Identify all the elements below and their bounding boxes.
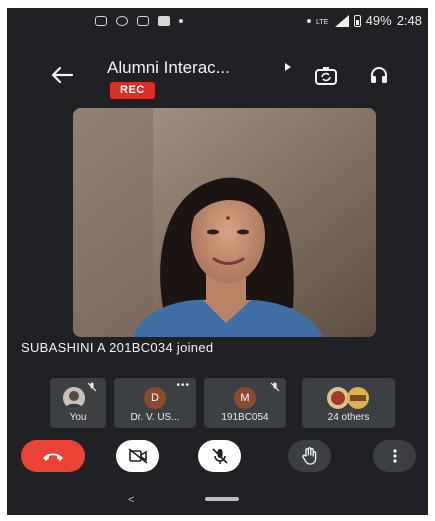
meeting-title[interactable]: Alumni Interac... [107,58,230,78]
arrow-back-icon[interactable] [51,66,73,84]
participant-name: Dr. V. US... [130,412,180,423]
avatar: M [234,387,256,409]
headphones-icon[interactable] [370,66,388,84]
whatsapp-icon [116,16,128,26]
avatar [63,387,85,409]
participant-video [73,108,376,337]
participant-name: 191BC054 [221,412,269,423]
recording-badge: REC [110,82,155,99]
camera-toggle-button[interactable] [116,440,159,472]
system-status: LTE 49% 2:48 [306,13,422,28]
participant-tile-191bc054[interactable]: M 191BC054 [204,378,286,428]
signal-icon [334,14,349,27]
end-call-button[interactable] [21,440,85,472]
status-bar: LTE 49% 2:48 [7,8,428,34]
chevron-right-icon[interactable] [285,63,291,71]
more-horiz-icon[interactable]: ••• [176,381,190,391]
message-icon [137,16,149,26]
mic-toggle-button[interactable] [198,440,241,472]
mic-off-icon [87,382,97,392]
more-options-button[interactable] [373,440,416,472]
join-notification: SUBASHINI A 201BC034 joined [21,340,214,355]
mic-off-icon [270,382,280,392]
youtube-icon [158,16,170,26]
hand-icon [301,447,316,465]
phone-frame: LTE 49% 2:48 Alumni Interac... REC SUBAS… [0,0,435,521]
participant-strip: You D ••• Dr. V. US... M 191BC054 24 oth… [50,378,395,428]
notification-icons [95,16,183,26]
battery-icon [353,14,361,27]
notification-icon [95,16,107,26]
meet-screen: LTE 49% 2:48 Alumni Interac... REC SUBAS… [7,8,428,515]
avatar: D [144,387,166,409]
user-photo [63,387,85,409]
participant-tile-you[interactable]: You [50,378,106,428]
volte-icon: LTE [316,19,329,26]
videocam-off-icon [128,448,147,464]
participant-tile-others[interactable]: 24 others [302,378,395,428]
more-notifications-icon [179,19,183,23]
raise-hand-button[interactable] [288,440,331,472]
more-vert-icon [392,449,397,463]
home-gesture-pill[interactable] [205,497,239,501]
dot-icon [306,18,311,23]
battery-level: 49% [365,13,392,28]
call-end-icon [43,453,63,461]
main-video-tile[interactable] [73,108,376,337]
switch-camera-icon[interactable] [315,66,337,86]
mic-off-icon [211,448,228,464]
nav-back-icon[interactable]: < [128,494,134,506]
stacked-avatars [327,387,369,409]
participant-name: 24 others [327,412,370,423]
clock: 2:48 [396,13,422,28]
svg-text:LTE: LTE [316,19,329,26]
participant-tile-dr[interactable]: D ••• Dr. V. US... [114,378,196,428]
participant-name: You [69,412,87,423]
